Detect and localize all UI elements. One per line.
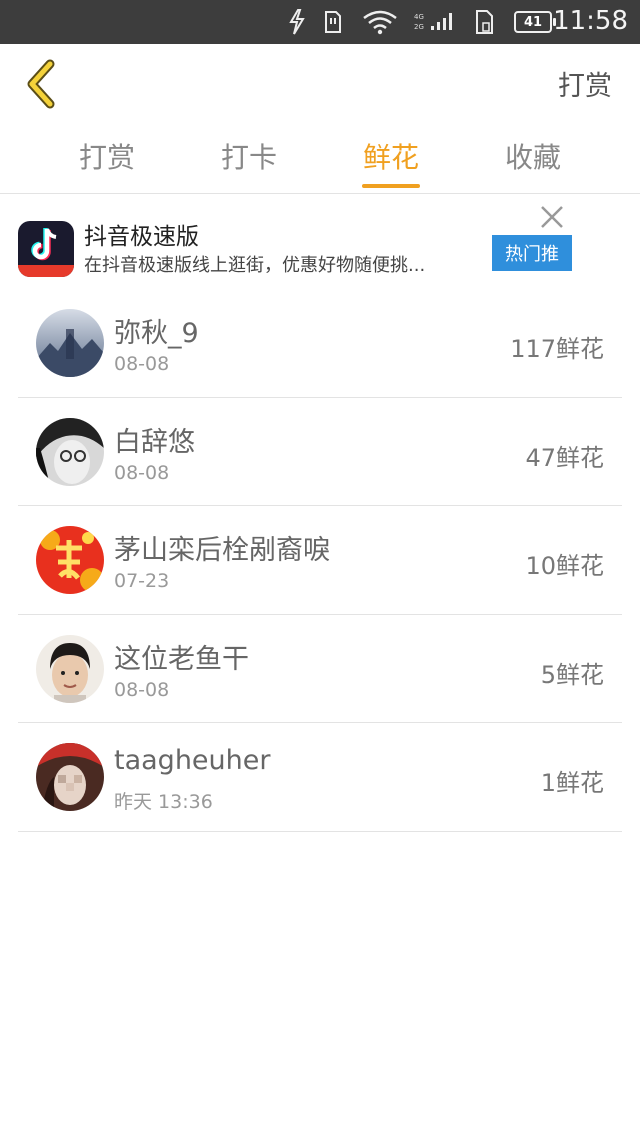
clock: 11:58: [553, 6, 628, 36]
gift-date: 08-08: [114, 353, 170, 375]
wifi-icon: [360, 8, 400, 36]
charging-icon: [286, 8, 308, 36]
reward-button[interactable]: 打赏: [558, 64, 612, 103]
flower-count: 10鲜花: [525, 552, 604, 580]
tab-checkin[interactable]: 打卡: [199, 136, 299, 176]
sim-card-icon: [322, 8, 344, 36]
flower-count: 47鲜花: [525, 443, 604, 472]
flower-count: 1鲜花: [540, 769, 604, 797]
avatar: [36, 309, 104, 377]
user-name: taagheuher: [114, 745, 271, 776]
gift-date: 07-23: [114, 570, 170, 592]
user-name: 白辞悠: [114, 426, 195, 458]
tab-flowers[interactable]: 鲜花: [341, 136, 441, 176]
active-tab-indicator: [362, 184, 420, 188]
flower-list: 弥秋_9 08-08 117鲜花 白辞悠 08-08 47鲜花 茅山栾后栓剐裔唳…: [18, 289, 622, 832]
ad-banner[interactable]: 抖音极速版 在抖音极速版线上逛街，优惠好物随便挑... 热门推: [0, 195, 640, 287]
ad-action-button[interactable]: 热门推: [492, 235, 572, 271]
chevron-left-icon: [27, 59, 55, 109]
header: 打赏: [0, 44, 640, 124]
user-name: 这位老鱼干: [114, 643, 249, 675]
tab-favorites[interactable]: 收藏: [483, 136, 583, 176]
battery-indicator: 41: [514, 11, 556, 33]
network-4g-label: 4G: [414, 13, 424, 21]
logo-strip: [18, 265, 74, 277]
avatar: [36, 526, 104, 594]
back-button[interactable]: [20, 58, 64, 110]
avatar: [36, 417, 104, 486]
flower-count: 5鲜花: [540, 660, 604, 689]
ad-description: 在抖音极速版线上逛街，优惠好物随便挑...: [84, 255, 426, 276]
list-item[interactable]: 弥秋_9 08-08 117鲜花: [18, 289, 622, 398]
list-item[interactable]: taagheuher 昨天 13:36 1鲜花: [18, 723, 622, 832]
douyin-logo-icon: [18, 221, 74, 277]
close-icon[interactable]: [538, 203, 566, 231]
avatar: [36, 634, 104, 703]
list-item[interactable]: 这位老鱼干 08-08 5鲜花: [18, 615, 622, 723]
user-name: 弥秋_9: [114, 318, 199, 349]
user-name: 茅山栾后栓剐裔唳: [114, 535, 330, 566]
list-item[interactable]: 白辞悠 08-08 47鲜花: [18, 398, 622, 506]
avatar: [36, 743, 104, 811]
sd-card-icon: [472, 8, 496, 36]
list-item[interactable]: 茅山栾后栓剐裔唳 07-23 10鲜花: [18, 506, 622, 615]
gift-date: 08-08: [114, 461, 170, 484]
tab-reward[interactable]: 打赏: [57, 136, 157, 176]
gift-date: 08-08: [114, 678, 170, 701]
tab-bar: 打赏 打卡 鲜花 收藏: [0, 124, 640, 194]
flower-count: 117鲜花: [510, 335, 604, 363]
network-2g-label: 2G: [414, 23, 424, 31]
signal-icon: [430, 8, 456, 36]
gift-date: 昨天 13:36: [114, 791, 213, 813]
status-bar: 4G 2G 41 11:58: [0, 0, 640, 44]
ad-title: 抖音极速版: [84, 224, 199, 250]
